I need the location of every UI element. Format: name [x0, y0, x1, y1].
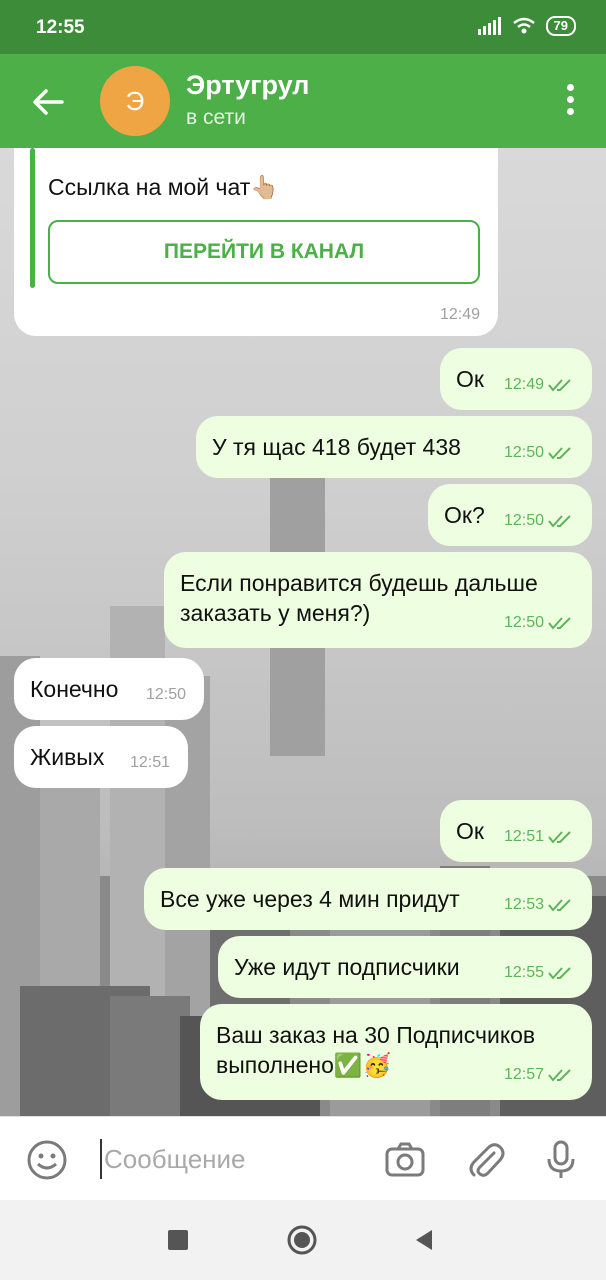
- channel-link-message: Ссылка на мой чат👆🏼 ПЕРЕЙТИ В КАНАЛ 12:4…: [14, 148, 498, 336]
- message-time: 12:57: [503, 1066, 544, 1083]
- home-icon[interactable]: [284, 1222, 320, 1258]
- wifi-icon: [512, 17, 535, 34]
- message-input[interactable]: [104, 1135, 364, 1183]
- nav-back-icon[interactable]: [406, 1222, 442, 1258]
- system-nav-bar: [0, 1200, 606, 1280]
- message-meta: 12:55: [504, 958, 574, 988]
- battery-indicator: 79: [545, 16, 576, 36]
- double-check-icon: [548, 899, 571, 912]
- message-time: 12:55: [503, 964, 544, 981]
- contact-status: в сети: [186, 106, 246, 129]
- double-check-icon: [548, 1069, 571, 1082]
- message-meta: 12:50: [146, 680, 186, 710]
- emoji-icon[interactable]: [26, 1139, 68, 1181]
- avatar-letter: Э: [125, 85, 145, 116]
- message-bubble-outgoing[interactable]: Если понравится будешь дальше заказать у…: [164, 552, 592, 648]
- message-bubble-incoming[interactable]: Конечно 12:50: [14, 658, 204, 720]
- message-meta: 12:50: [504, 608, 574, 638]
- message-composer: [0, 1116, 606, 1200]
- message-bubble-outgoing[interactable]: Ок 12:49: [440, 348, 592, 410]
- contact-name[interactable]: Эртугрул: [186, 70, 309, 101]
- message-meta: 12:51: [504, 822, 574, 852]
- message-meta: 12:50: [504, 506, 574, 536]
- back-arrow-icon[interactable]: [28, 82, 68, 122]
- camera-icon[interactable]: [384, 1139, 426, 1181]
- status-icons: 79: [477, 16, 576, 36]
- text-cursor: [100, 1139, 102, 1179]
- message-time: 12:50: [503, 444, 544, 461]
- double-check-icon: [548, 831, 571, 844]
- open-channel-button[interactable]: ПЕРЕЙТИ В КАНАЛ: [48, 220, 480, 284]
- message-bubble-outgoing[interactable]: Все уже через 4 мин придут 12:53: [144, 868, 592, 930]
- message-text: Ок?: [444, 502, 485, 528]
- message-text: Ок: [456, 818, 484, 844]
- recents-icon[interactable]: [160, 1222, 196, 1258]
- avatar[interactable]: Э: [100, 66, 170, 136]
- message-time: 12:51: [129, 754, 170, 771]
- message-bubble-outgoing[interactable]: Ок 12:51: [440, 800, 592, 862]
- signal-icon: [477, 17, 501, 35]
- status-time: 12:55: [36, 17, 85, 38]
- mic-icon[interactable]: [540, 1139, 582, 1181]
- message-time: 12:53: [503, 896, 544, 913]
- double-check-icon: [548, 379, 571, 392]
- message-bubble-outgoing[interactable]: Ок? 12:50: [428, 484, 592, 546]
- message-meta: 12:53: [504, 890, 574, 920]
- message-bubble-outgoing[interactable]: Ваш заказ на 30 Подписчиков выполнено✅🥳 …: [200, 1004, 592, 1100]
- quote-bar: [30, 148, 35, 288]
- double-check-icon: [548, 617, 571, 630]
- double-check-icon: [548, 447, 571, 460]
- message-bubble-outgoing[interactable]: Уже идут подписчики 12:55: [218, 936, 592, 998]
- double-check-icon: [548, 515, 571, 528]
- message-meta: 12:57: [504, 1060, 574, 1090]
- message-time: 12:50: [503, 614, 544, 631]
- message-bubble-outgoing[interactable]: У тя щас 418 будет 438 12:50: [196, 416, 592, 478]
- message-text: Ок: [456, 366, 484, 392]
- attach-icon[interactable]: [464, 1139, 506, 1181]
- chat-area[interactable]: Ссылка на мой чат👆🏼 ПЕРЕЙТИ В КАНАЛ 12:4…: [0, 148, 606, 1116]
- message-text: Все уже через 4 мин придут: [160, 886, 460, 912]
- message-meta: 12:50: [504, 438, 574, 468]
- status-bar: 12:55 79: [0, 0, 606, 54]
- message-time: 12:51: [503, 828, 544, 845]
- message-time: 12:49: [503, 376, 544, 393]
- message-meta: 12:51: [130, 748, 170, 778]
- message-time: 12:50: [503, 512, 544, 529]
- double-check-icon: [548, 967, 571, 980]
- more-vert-icon[interactable]: [562, 84, 578, 120]
- message-time: 12:49: [439, 306, 480, 323]
- message-meta: 12:49: [504, 370, 574, 400]
- message-text: Конечно: [30, 676, 119, 702]
- message-time: 12:50: [145, 686, 186, 703]
- message-text: Живых: [30, 744, 105, 770]
- chat-header: Э Эртугрул в сети: [0, 54, 606, 148]
- channel-link-text: Ссылка на мой чат👆🏼: [48, 174, 279, 200]
- message-text: У тя щас 418 будет 438: [212, 434, 461, 460]
- message-text: Уже идут подписчики: [234, 954, 460, 980]
- message-bubble-incoming[interactable]: Живых 12:51: [14, 726, 188, 788]
